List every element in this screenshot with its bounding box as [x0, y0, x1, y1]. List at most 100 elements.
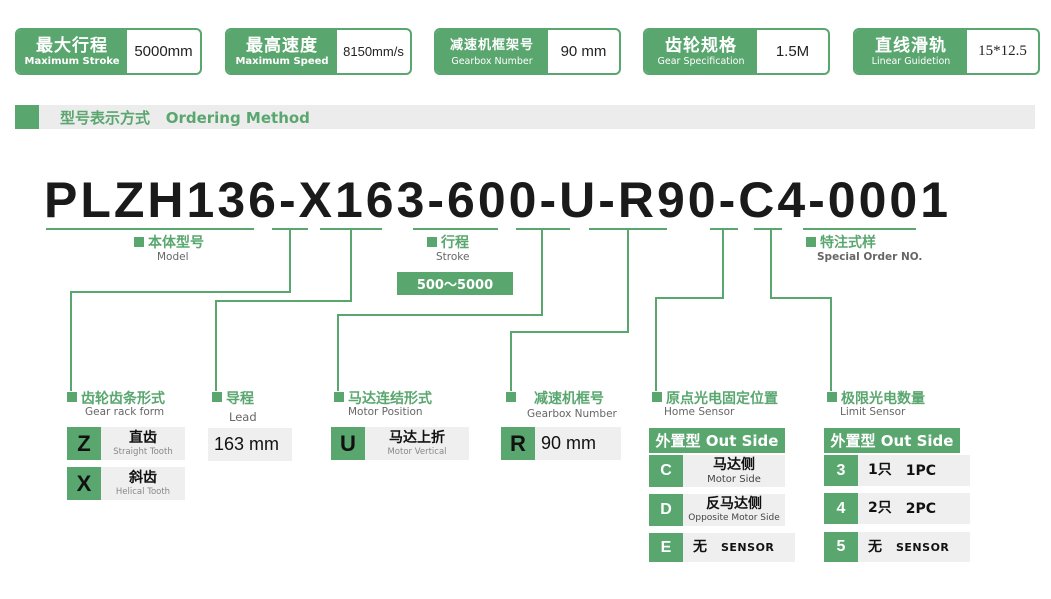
option-cn: 无: [868, 538, 882, 555]
spec-value: 8150mm/s: [343, 44, 404, 59]
spec-label-en: Gear Specification: [657, 55, 745, 67]
option-en: SENSOR: [721, 541, 775, 554]
connector: [830, 297, 832, 391]
option-cn: 无: [693, 539, 707, 555]
underline-limit: [754, 228, 782, 230]
gearbox-label-en: Gearbox Number: [527, 408, 617, 420]
option-cn: 斜齿: [129, 469, 157, 486]
home-label-en: Home Sensor: [664, 406, 735, 418]
underline-home: [710, 228, 738, 230]
gear-rack-code-z: Z: [67, 427, 101, 460]
limit-marker: [827, 392, 837, 402]
connector: [289, 229, 291, 293]
connector: [655, 297, 724, 299]
home-code-d: D: [649, 494, 683, 526]
connector: [70, 291, 291, 293]
model-marker: [134, 237, 144, 247]
gear-rack-label: 齿轮齿条形式: [81, 391, 165, 407]
limit-code-4: 4: [824, 493, 858, 524]
connector: [627, 229, 629, 333]
spec-label: 最大行程 Maximum Stroke: [17, 30, 127, 73]
home-code-e: E: [649, 533, 683, 562]
home-marker: [652, 392, 662, 402]
section-title: 型号表示方式 Ordering Method: [60, 107, 310, 128]
option-en: Motor Side: [707, 474, 761, 485]
connector: [770, 297, 832, 299]
stroke-label: 行程: [441, 235, 469, 251]
connector: [350, 229, 352, 302]
spec-linear-guide: 直线滑轨 Linear Guidetion 15*12.5: [853, 28, 1040, 75]
underline-stroke: [413, 228, 498, 230]
connector: [510, 331, 629, 333]
spec-label-en: Gearbox Number: [451, 55, 533, 67]
section-title-cn: 型号表示方式: [60, 109, 151, 127]
spec-label-cn: 直线滑轨: [875, 35, 947, 56]
model-label: 本体型号: [148, 235, 204, 251]
spec-gear: 齿轮规格 Gear Specification 1.5M: [643, 28, 830, 75]
stroke-range: 500～5000: [397, 272, 513, 295]
gearbox-label: 减速机框号: [534, 391, 604, 407]
option-cn: 直齿: [129, 429, 157, 446]
motor-label-en: Motor Position: [348, 406, 423, 418]
option-en: Motor Vertical: [387, 446, 447, 457]
spec-label-cn: 最大行程: [36, 35, 108, 56]
gear-rack-code-x: X: [67, 467, 101, 500]
limit-label-en: Limit Sensor: [840, 406, 906, 418]
limit-header: 外置型 Out Side: [824, 428, 960, 453]
option-cn: 马达侧: [713, 457, 755, 473]
spec-label-cn: 齿轮规格: [665, 35, 737, 56]
connector: [337, 314, 543, 316]
spec-label-cn: 减速机框架号: [449, 37, 534, 53]
home-label: 原点光电固定位置: [666, 391, 778, 407]
home-option-motor-side: 马达侧 Motor Side: [683, 455, 785, 487]
connector: [215, 300, 352, 302]
option-pc: 2PC: [905, 500, 937, 517]
stroke-label-en: Stroke: [436, 251, 470, 263]
limit-option-2pc: 2只 2PC: [858, 493, 970, 524]
gear-rack-marker: [67, 392, 77, 402]
limit-option-none: 无 SENSOR: [858, 532, 970, 562]
special-label: 特注式样: [820, 235, 876, 251]
option-cn: 1只: [868, 462, 892, 478]
spec-value: 1.5M: [775, 43, 810, 60]
limit-label: 极限光电数量: [841, 391, 925, 407]
section-title-en: Ordering Method: [165, 109, 310, 127]
option-pc: SENSOR: [896, 540, 950, 554]
connector: [722, 229, 724, 299]
special-label-en: Special Order NO.: [817, 251, 923, 263]
connector: [510, 331, 512, 391]
option-en: Helical Tooth: [115, 486, 171, 497]
connector: [541, 229, 543, 316]
gear-rack-label-en: Gear rack form: [85, 406, 165, 418]
option-pc: 1PC: [905, 462, 937, 479]
limit-code-3: 3: [824, 455, 858, 486]
option-cn: 反马达侧: [706, 496, 762, 512]
spec-label-en: Linear Guidetion: [871, 55, 951, 67]
gearbox-marker: [506, 392, 516, 402]
spec-label-en: Maximum Speed: [235, 55, 329, 67]
motor-code-u: U: [331, 427, 365, 460]
special-marker: [806, 237, 816, 247]
home-option-opposite: 反马达侧 Opposite Motor Side: [683, 494, 785, 526]
connector: [770, 229, 772, 299]
spec-max-stroke: 最大行程 Maximum Stroke 5000mm: [15, 28, 202, 75]
lead-label: 导程: [226, 391, 254, 407]
underline-model: [46, 228, 254, 230]
spec-label: 直线滑轨 Linear Guidetion: [855, 30, 967, 73]
connector: [70, 291, 72, 391]
spec-value: 5000mm: [134, 43, 193, 60]
spec-label-en: Maximum Stroke: [24, 55, 120, 67]
connector: [337, 314, 339, 391]
home-header: 外置型 Out Side: [649, 428, 785, 453]
motor-label: 马达连结形式: [348, 391, 432, 407]
connector: [655, 297, 657, 391]
motor-option-vertical: 马达上折 Motor Vertical: [365, 427, 469, 460]
option-cn: 马达上折: [389, 429, 445, 446]
stroke-marker: [427, 237, 437, 247]
spec-label: 减速机框架号 Gearbox Number: [436, 30, 548, 73]
spec-label: 最高速度 Maximum Speed: [227, 30, 337, 73]
section-marker: [15, 105, 39, 129]
gear-rack-option-straight: 直齿 Straight Tooth: [101, 427, 185, 460]
lead-marker: [212, 392, 222, 402]
underline-motor: [516, 228, 570, 230]
